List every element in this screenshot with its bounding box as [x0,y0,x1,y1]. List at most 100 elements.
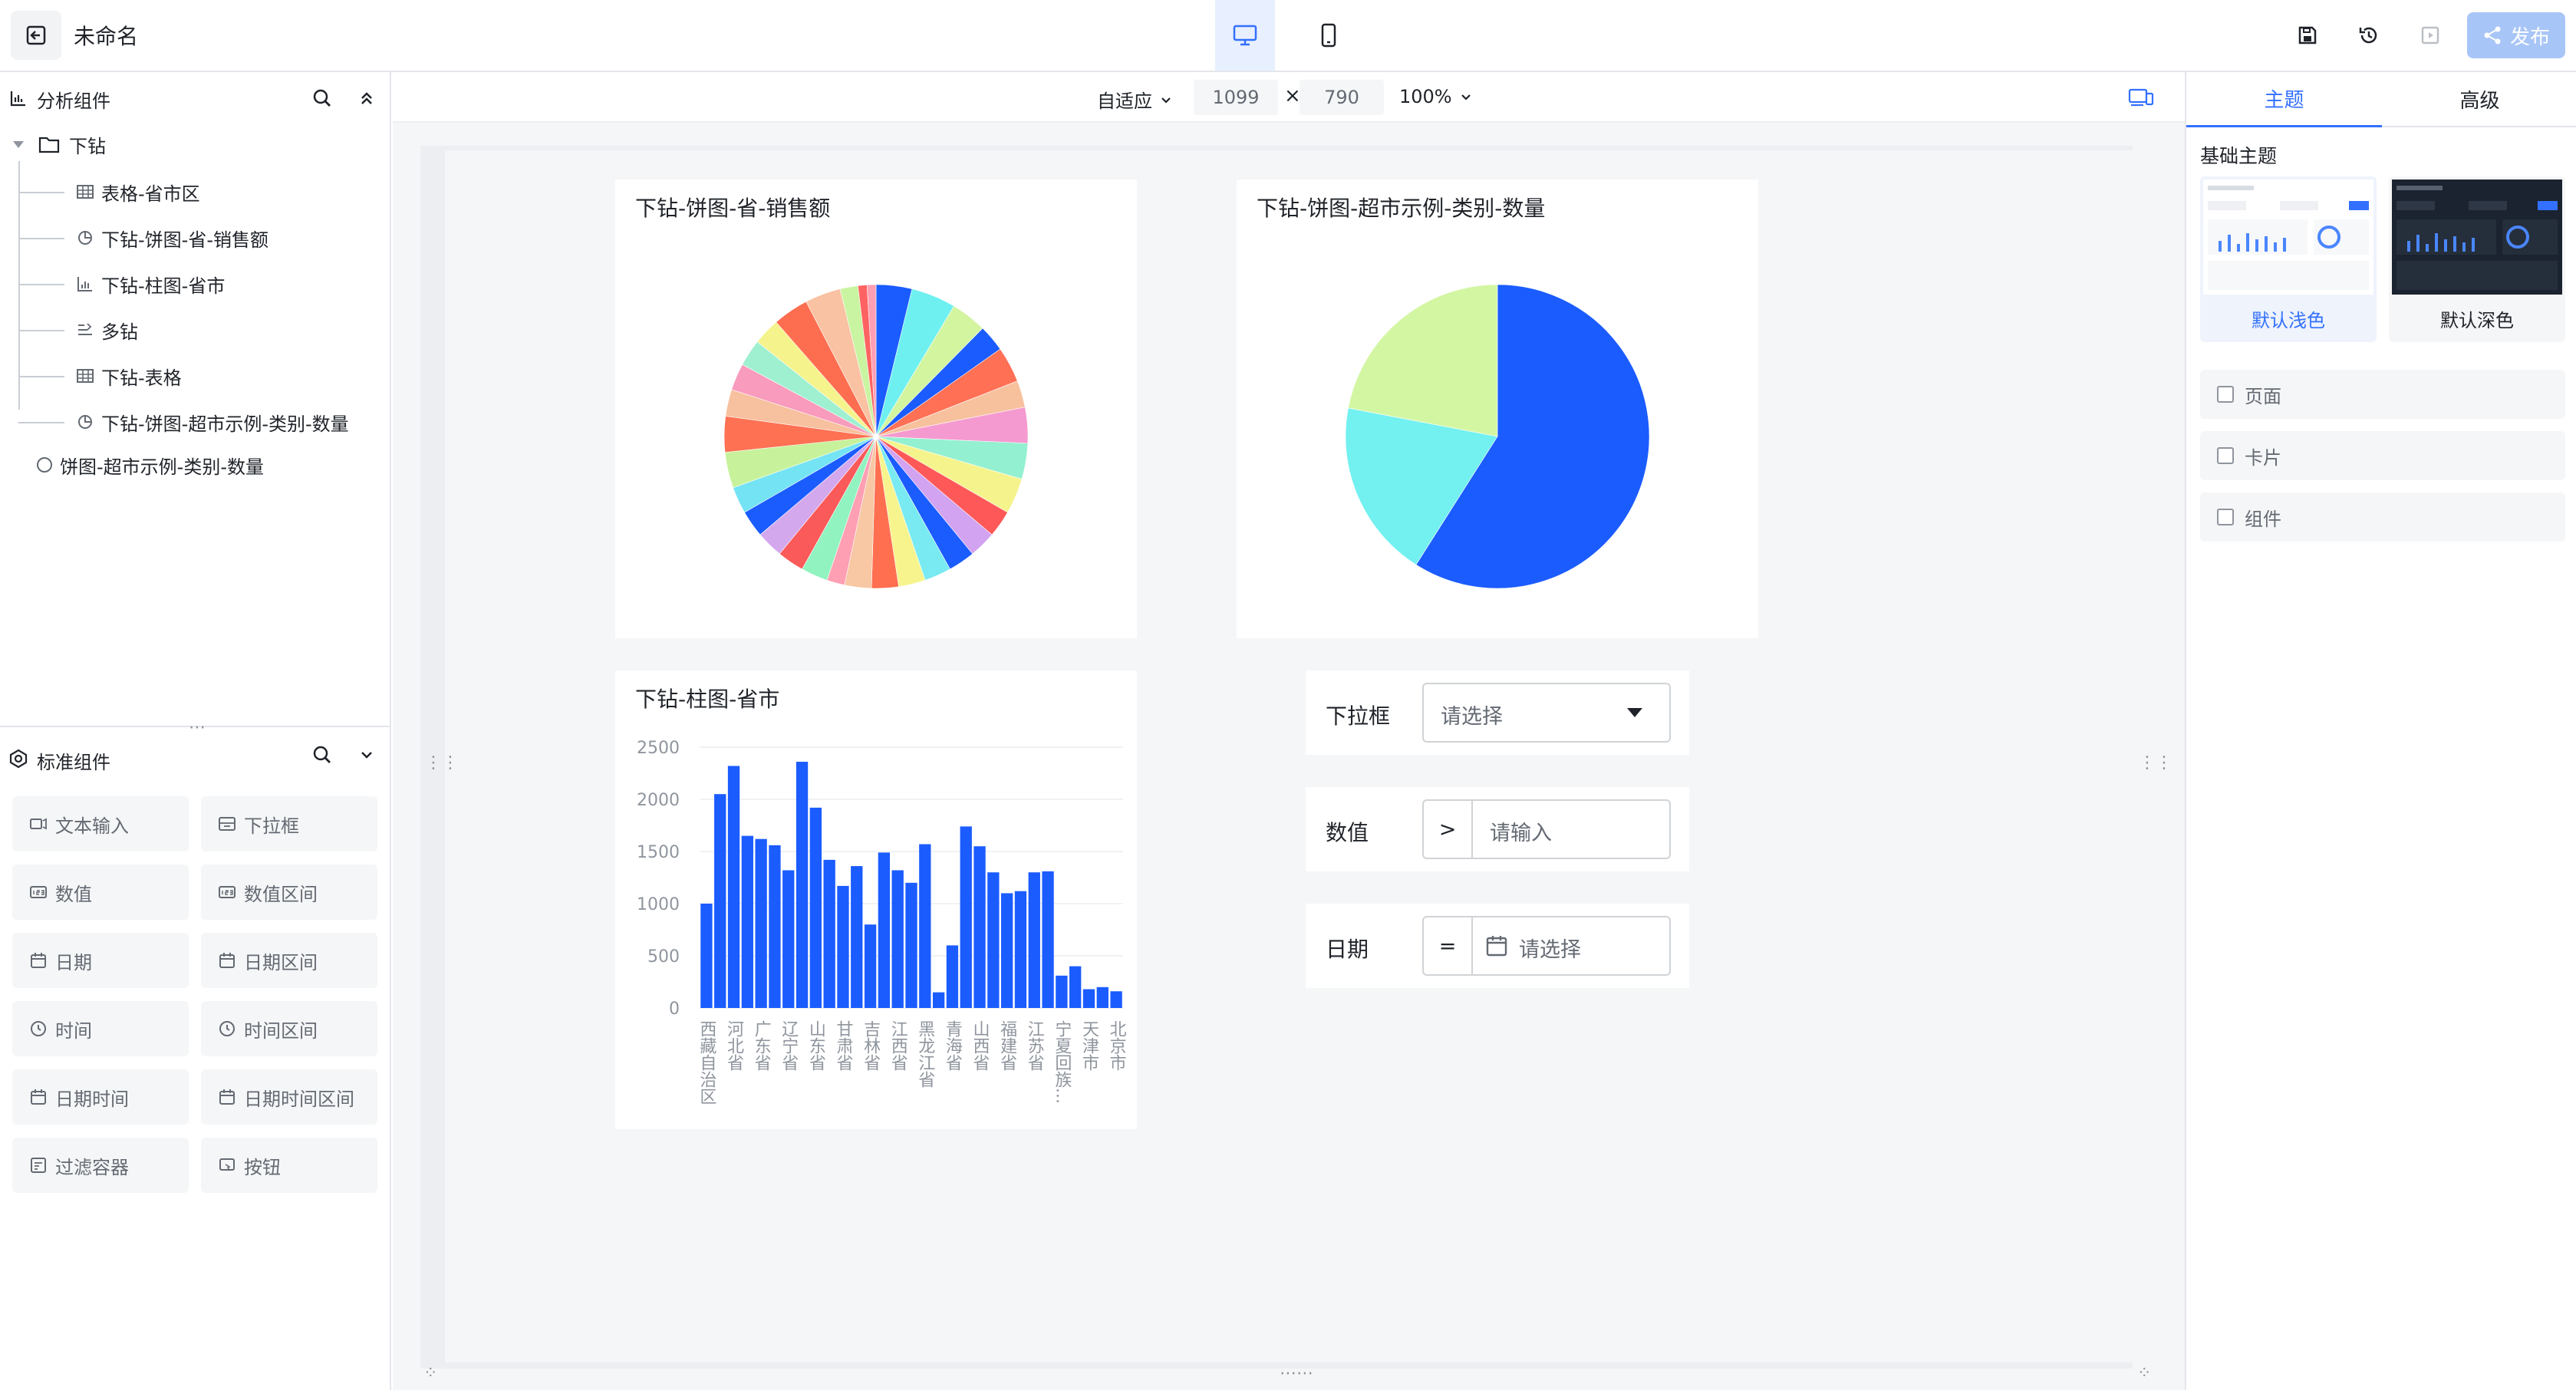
number-operator-select[interactable]: > [1424,801,1473,858]
bar[interactable] [700,904,713,1008]
bar[interactable] [782,870,795,1008]
bar[interactable] [932,992,945,1008]
bar[interactable] [823,859,835,1008]
pie-card-category-quantity[interactable]: 下钻-饼图-超市示例-类别-数量 [1237,180,1758,638]
checkbox-box[interactable] [2217,509,2234,525]
tree-item-0[interactable]: 表格-省市区 [77,175,200,209]
search-icon[interactable] [311,87,333,109]
table-icon [77,369,94,383]
tree-item-label: 下钻-饼图-省-销售额 [101,229,268,251]
chevron-down-icon[interactable] [356,744,377,766]
tree-item-1[interactable]: 下钻-饼图-省-销售额 [77,221,268,255]
widget-4[interactable]: 日期 [12,933,189,988]
search-icon[interactable] [311,744,333,766]
save-button[interactable] [2286,15,2329,55]
collapse-icon[interactable] [356,87,377,109]
bar[interactable] [1069,966,1082,1008]
tree-folder-drill[interactable]: 下钻 [11,127,106,161]
bar[interactable] [919,844,931,1008]
tree-item-4[interactable]: 下钻-表格 [77,359,182,393]
bar[interactable] [1042,871,1054,1008]
bar[interactable] [851,866,863,1008]
bar[interactable] [741,835,753,1008]
bar[interactable] [973,846,986,1008]
bar[interactable] [727,766,740,1008]
bar[interactable] [891,870,904,1008]
tree-item-root-pie[interactable]: 饼图-超市示例-类别-数量 [37,448,264,482]
resize-handle-corner-right[interactable]: ⁘ [2137,1365,2151,1382]
zoom-select[interactable]: 100% [1399,86,1474,107]
pie-chart-category-quantity[interactable] [1237,180,1758,638]
bar[interactable] [864,924,877,1008]
date-filter-label: 日期 [1326,937,1369,962]
width-input[interactable]: 1099 [1194,80,1278,115]
theme-card-light[interactable]: 默认浅色 [2200,176,2377,342]
analysis-section-title: 分析组件 [37,91,110,112]
chevron-down-icon [1461,94,1471,100]
resize-handle-corner-left[interactable]: ⁘ [423,1365,437,1382]
bar[interactable] [878,852,891,1008]
bar-chart-province-city[interactable]: 0 500 1000 1500 2000 2500 西藏自治区 河北省 广东省 辽宁省 山东省 甘肃省… [615,670,1137,1129]
fit-mode-select[interactable]: 自适应 [1097,86,1174,113]
pie-card-province-sales[interactable]: 下钻-饼图-省-销售额 [615,180,1137,638]
widget-6[interactable]: 时间 [12,1001,189,1056]
number-input[interactable]: 请输入 [1490,816,1552,846]
pie-chart-province-sales[interactable] [615,180,1137,638]
bar[interactable] [960,826,972,1008]
widget-5[interactable]: 日期区间 [201,933,377,988]
checkbox-box[interactable] [2217,386,2234,403]
widget-1[interactable]: 下拉框 [201,796,377,851]
bar[interactable] [714,794,726,1008]
tab-advanced[interactable]: 高级 [2382,72,2576,127]
bar[interactable] [1082,989,1095,1008]
height-input[interactable]: 790 [1300,80,1384,115]
splitter-grip-icon[interactable]: ⋯ [189,720,206,736]
tree-item-5[interactable]: 下钻-饼图-超市示例-类别-数量 [77,405,349,439]
bar[interactable] [1056,975,1068,1008]
dropdown-select[interactable]: 请选择 [1422,683,1671,743]
bar[interactable] [796,762,809,1008]
tree-item-2[interactable]: 下钻-柱图-省市 [77,267,225,301]
back-button[interactable] [11,11,61,60]
theme-card-dark[interactable]: 默认深色 [2389,176,2565,342]
checkbox-component[interactable]: 组件 [2200,492,2565,542]
bar[interactable] [809,807,822,1008]
tab-theme[interactable]: 主题 [2186,72,2382,127]
checkbox-page[interactable]: 页面 [2200,370,2565,419]
date-operator-select[interactable]: = [1424,917,1473,974]
bar[interactable] [837,885,849,1008]
resize-handle-right[interactable]: ⋮⋮ [2139,755,2172,772]
publish-button[interactable]: 发布 [2467,12,2565,58]
bar[interactable] [1014,891,1027,1008]
widget-0[interactable]: 文本输入 [12,796,189,851]
bar[interactable] [946,945,959,1008]
bar-card-province-city[interactable]: 下钻-柱图-省市 0 500 1000 1500 2000 2500 西藏自治区 河北省 广东省… [615,670,1137,1129]
mobile-view-button[interactable] [1304,11,1353,60]
widget-10[interactable]: 过滤容器 [12,1138,189,1193]
bar[interactable] [987,872,1000,1008]
bar[interactable] [905,882,917,1008]
date-picker[interactable]: 请选择 [1519,933,1581,963]
bar[interactable] [1110,991,1122,1008]
page-title[interactable]: 未命名 [74,20,138,51]
history-button[interactable] [2347,15,2390,55]
desktop-view-button[interactable] [1215,0,1275,71]
resize-handle-bottom[interactable]: ⋯⋯ [1280,1365,1313,1382]
device-preview-icon[interactable] [2128,86,2154,109]
bar[interactable] [755,838,767,1008]
widget-2[interactable]: 数值 [12,865,189,920]
preview-button[interactable] [2409,15,2452,55]
checkbox-box[interactable] [2217,447,2234,464]
bar[interactable] [1096,987,1108,1008]
bar[interactable] [769,845,781,1008]
widget-7[interactable]: 时间区间 [201,1001,377,1056]
bar[interactable] [1000,893,1013,1008]
widget-3[interactable]: 数值区间 [201,865,377,920]
bar[interactable] [1028,872,1040,1008]
widget-11[interactable]: 按钮 [201,1138,377,1193]
tree-item-3[interactable]: 多钻 [77,313,138,347]
widget-8[interactable]: 日期时间 [12,1069,189,1125]
widget-9[interactable]: 日期时间区间 [201,1069,377,1125]
resize-handle-left[interactable]: ⋮⋮ [425,755,459,772]
checkbox-card[interactable]: 卡片 [2200,431,2565,480]
